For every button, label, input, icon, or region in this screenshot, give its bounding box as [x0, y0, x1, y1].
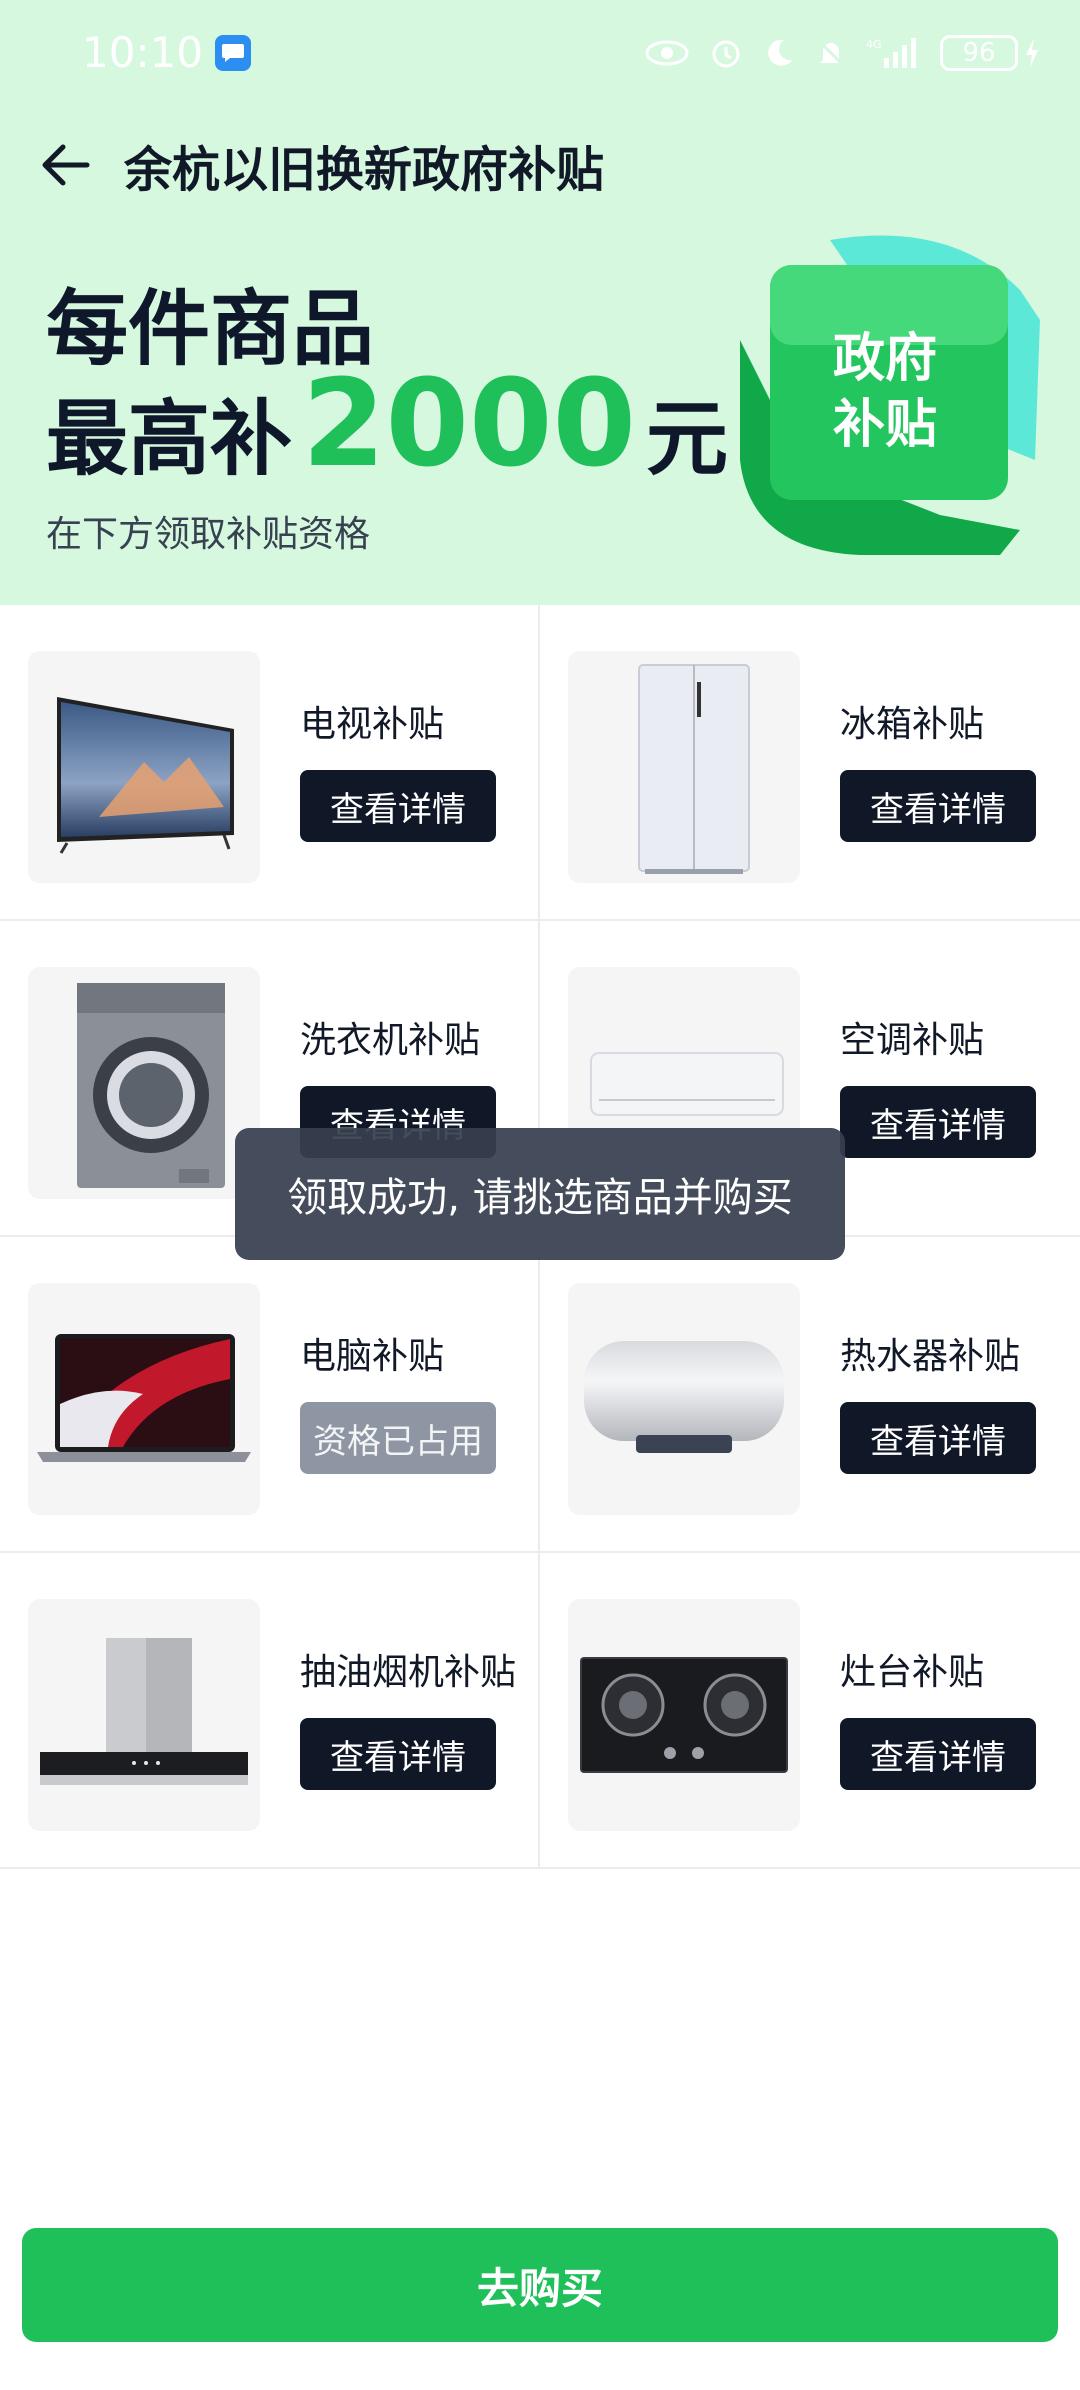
status-time: 10:10	[82, 28, 204, 77]
page-title: 余杭以旧换新政府补贴	[124, 142, 605, 198]
svg-text:4G: 4G	[866, 38, 882, 51]
subsidy-name: 电视补贴	[300, 704, 445, 745]
success-toast: 领取成功, 请挑选商品并购买	[235, 1128, 845, 1260]
chat-notification-icon	[215, 34, 252, 71]
tv-image	[28, 651, 260, 883]
view-details-button[interactable]: 查看详情	[840, 1718, 1036, 1790]
view-details-button[interactable]: 查看详情	[840, 770, 1036, 842]
subsidy-card-range-hood[interactable]: 抽油烟机补贴 查看详情	[0, 1553, 540, 1869]
subsidy-name: 冰箱补贴	[840, 704, 985, 745]
view-details-button[interactable]: 查看详情	[840, 1402, 1036, 1474]
fridge-image	[568, 651, 800, 883]
range-hood-image	[28, 1599, 260, 1831]
battery-indicator: 96	[940, 34, 1040, 71]
subsidy-name: 热水器补贴	[840, 1336, 1021, 1377]
subsidy-card-laptop[interactable]: 电脑补贴 资格已占用	[0, 1237, 540, 1553]
badge-label: 政府 补贴	[832, 329, 937, 455]
moon-icon	[762, 36, 796, 70]
subsidy-name: 抽油烟机补贴	[300, 1652, 517, 1693]
subsidy-card-tv[interactable]: 电视补贴 查看详情	[0, 605, 540, 921]
signal-icon: 4G	[866, 36, 922, 70]
status-bar: 10:10 4G 96	[0, 0, 1080, 105]
hero-subtitle: 在下方领取补贴资格	[46, 514, 371, 555]
charging-icon	[1026, 37, 1038, 68]
water-heater-image	[568, 1283, 800, 1515]
view-details-button[interactable]: 查看详情	[300, 1718, 496, 1790]
title-bar: 余杭以旧换新政府补贴	[0, 120, 1080, 210]
hero-amount-suffix: 元	[646, 391, 729, 487]
hero-amount: 2000	[302, 355, 636, 494]
back-button[interactable]	[36, 135, 96, 195]
mute-icon	[814, 36, 848, 70]
subsidy-card-fridge[interactable]: 冰箱补贴 查看详情	[540, 605, 1080, 921]
view-details-button[interactable]: 查看详情	[300, 770, 496, 842]
view-details-button[interactable]: 查看详情	[840, 1086, 1036, 1158]
eye-icon	[644, 38, 690, 68]
subsidy-name: 洗衣机补贴	[300, 1020, 481, 1061]
subsidy-card-gas-stove[interactable]: 灶台补贴 查看详情	[540, 1553, 1080, 1869]
go-buy-button[interactable]: 去购买	[22, 2228, 1058, 2342]
arrow-left-icon	[42, 144, 90, 186]
hero-amount-line: 最高补 2000 元	[46, 365, 728, 485]
subsidy-card-water-heater[interactable]: 热水器补贴 查看详情	[540, 1237, 1080, 1553]
subsidy-name: 灶台补贴	[840, 1652, 985, 1693]
laptop-image	[28, 1283, 260, 1515]
washing-machine-image	[28, 967, 260, 1199]
alarm-icon	[708, 35, 744, 71]
subsidy-name: 电脑补贴	[300, 1336, 445, 1377]
gas-stove-image	[568, 1599, 800, 1831]
hero-amount-prefix: 最高补	[46, 391, 293, 487]
qualification-used-button[interactable]: 资格已占用	[300, 1402, 496, 1474]
subsidy-name: 空调补贴	[840, 1020, 985, 1061]
